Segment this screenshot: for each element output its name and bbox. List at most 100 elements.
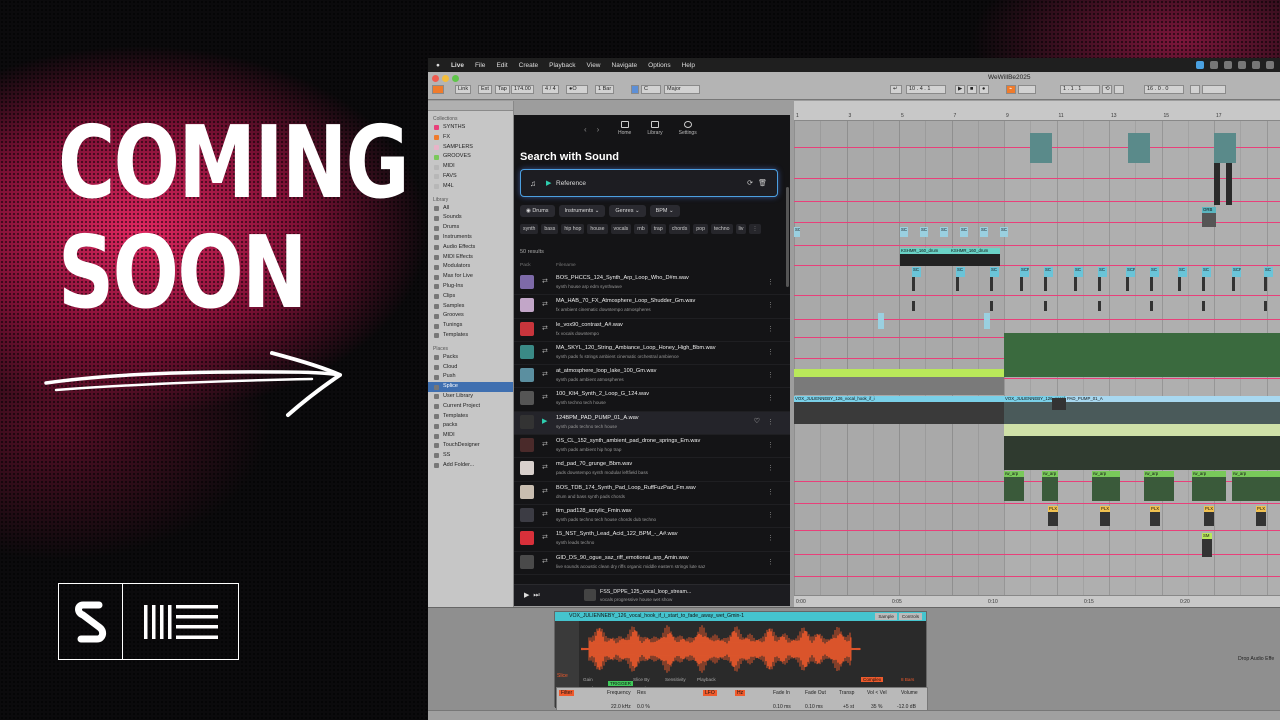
- ext-button[interactable]: Ext: [478, 85, 492, 94]
- menu-create[interactable]: Create: [519, 62, 539, 69]
- place-item[interactable]: SS: [428, 451, 513, 461]
- tag-chip[interactable]: techno: [710, 224, 733, 234]
- library-item[interactable]: Samples: [428, 302, 513, 312]
- tray-icon-3[interactable]: [1224, 61, 1232, 69]
- play-button[interactable]: ▶: [955, 85, 965, 94]
- sc-tail[interactable]: [1232, 277, 1235, 291]
- link-button[interactable]: Link: [455, 85, 472, 94]
- more-options-icon[interactable]: ⋮: [767, 418, 774, 426]
- key-toggle[interactable]: [631, 85, 639, 94]
- note-tick[interactable]: [990, 301, 993, 311]
- clip-block[interactable]: [1226, 163, 1232, 205]
- punch-in-button[interactable]: [1114, 85, 1124, 94]
- library-item[interactable]: Instruments: [428, 233, 513, 243]
- warp-mode-label[interactable]: Slice: [557, 673, 568, 679]
- reference-search-box[interactable]: ♫ ▶ Reference ⟳ 🗑: [520, 169, 778, 197]
- lime-clip[interactable]: [794, 369, 1004, 377]
- more-options-icon[interactable]: ⋮: [767, 534, 774, 542]
- record-button[interactable]: ●: [979, 85, 989, 94]
- place-item[interactable]: Add Folder...: [428, 461, 513, 471]
- marker[interactable]: [984, 313, 990, 329]
- warp-button[interactable]: Complex: [861, 677, 884, 682]
- filter-bpm[interactable]: BPM ⌄: [649, 205, 680, 217]
- sample-row[interactable]: ⇄ GID_DS_90_ogue_saz_riff_emotional_arp_A…: [514, 552, 790, 575]
- menu-live[interactable]: Live: [451, 62, 464, 69]
- more-options-icon[interactable]: ⋮: [767, 278, 774, 286]
- more-options-icon[interactable]: ⋮: [767, 394, 774, 402]
- collection-item[interactable]: MIDI: [428, 162, 513, 172]
- collection-item[interactable]: GROOVES: [428, 152, 513, 162]
- refresh-icon[interactable]: ⟳: [747, 179, 753, 187]
- loop-toggle[interactable]: ⟲: [1102, 85, 1112, 94]
- menu-navigate[interactable]: Navigate: [612, 62, 638, 69]
- heart-icon[interactable]: ♡: [754, 417, 760, 425]
- library-item[interactable]: Templates: [428, 331, 513, 341]
- sample-row[interactable]: ⇄ md_pad_70_grunge_Bbm.wav pads downtempo …: [514, 458, 790, 482]
- sc-tail[interactable]: [1150, 277, 1153, 291]
- sc-tail[interactable]: [1202, 277, 1205, 291]
- trigger-button[interactable]: TRIGGER: [608, 681, 633, 686]
- lfo-hz-toggle[interactable]: Hz: [735, 690, 746, 696]
- library-item[interactable]: All: [428, 204, 513, 214]
- library-item[interactable]: Max for Live: [428, 272, 513, 282]
- tray-icon-5[interactable]: [1252, 61, 1260, 69]
- filter-genres[interactable]: Genres ⌄: [609, 205, 646, 217]
- scale-menu[interactable]: Major: [664, 85, 700, 94]
- loop-icon[interactable]: ⇄: [542, 557, 548, 565]
- collection-item[interactable]: SYNTHS: [428, 123, 513, 133]
- collection-item[interactable]: FAVS: [428, 172, 513, 182]
- library-item[interactable]: Drums: [428, 223, 513, 233]
- beat-ruler[interactable]: 1 3 5 7 9 11 13 15 17: [794, 101, 1280, 121]
- tag-chip[interactable]: chords: [668, 224, 691, 234]
- sample-row[interactable]: ⇄ BOS_TDB_174_Synth_Pad_Loop_RuffFuzPad_F…: [514, 482, 790, 505]
- sample-row[interactable]: ⇄ 100_KIt4_Synth_2_Loop_G_124.wav synth te…: [514, 388, 790, 412]
- note-tick[interactable]: [1044, 301, 1047, 311]
- pad-thumb[interactable]: [1052, 398, 1066, 410]
- sample-row[interactable]: ▶ 124BPM_PAD_PUMP_01_A.wav synth pads tech…: [514, 411, 790, 436]
- more-options-icon[interactable]: ⋮: [767, 558, 774, 566]
- sample-row[interactable]: ⇄ MA_HAB_70_FX_Atmosphere_Loop_Shudder_Gm…: [514, 295, 790, 319]
- quantize-menu[interactable]: 1 Bar: [595, 85, 615, 94]
- sample-row[interactable]: ⇄ le_vox90_contrast_A#.wav fx vocals downt…: [514, 319, 790, 342]
- more-options-icon[interactable]: ⋮: [767, 301, 774, 309]
- tab-sample[interactable]: Sample: [875, 613, 897, 620]
- library-item[interactable]: Grooves: [428, 311, 513, 321]
- loop-icon[interactable]: ⇄: [542, 463, 548, 471]
- tag-chip[interactable]: rnb: [634, 224, 648, 234]
- place-item[interactable]: User Library: [428, 392, 513, 402]
- nav-home[interactable]: Home: [618, 121, 631, 136]
- back-forward-icons[interactable]: ‹›: [584, 125, 609, 134]
- place-item[interactable]: Push: [428, 372, 513, 382]
- tray-icon-2[interactable]: [1210, 61, 1218, 69]
- time-signature-field[interactable]: 4 / 4: [542, 85, 559, 94]
- menu-playback[interactable]: Playback: [549, 62, 575, 69]
- library-item[interactable]: Tunings: [428, 321, 513, 331]
- waveform[interactable]: [581, 623, 861, 675]
- more-options-icon[interactable]: ⋮: [767, 371, 774, 379]
- sample-row[interactable]: ⇄ MA_SKYL_120_String_Ambiance_Loop_Honey_…: [514, 342, 790, 366]
- note-tick[interactable]: [1202, 301, 1205, 311]
- menu-options[interactable]: Options: [648, 62, 670, 69]
- library-item[interactable]: Audio Effects: [428, 243, 513, 253]
- arrangement-toggle[interactable]: [432, 85, 444, 94]
- loop-icon[interactable]: ⇄: [542, 370, 548, 378]
- sc-tail[interactable]: [990, 277, 993, 291]
- loop-icon[interactable]: ⇄: [542, 440, 548, 448]
- library-item[interactable]: Modulators: [428, 262, 513, 272]
- menu-help[interactable]: Help: [682, 62, 695, 69]
- tray-icon-1[interactable]: [1196, 61, 1204, 69]
- play-icon[interactable]: ▶: [542, 417, 547, 425]
- sc-tail[interactable]: [1044, 277, 1047, 291]
- clip-block[interactable]: [1030, 133, 1052, 163]
- more-options-icon[interactable]: ⋮: [767, 488, 774, 496]
- tag-chip[interactable]: vocals: [610, 224, 632, 234]
- apple-icon[interactable]: ●: [436, 62, 440, 69]
- metronome-button[interactable]: ●O: [566, 85, 588, 94]
- minimize-window-icon[interactable]: [442, 75, 449, 82]
- note-tick[interactable]: [1264, 301, 1267, 311]
- library-item[interactable]: Clips: [428, 292, 513, 302]
- menu-view[interactable]: View: [587, 62, 601, 69]
- loop-icon[interactable]: ⇄: [542, 533, 548, 541]
- sc-tail[interactable]: [912, 277, 915, 291]
- loop-icon[interactable]: ⇄: [542, 347, 548, 355]
